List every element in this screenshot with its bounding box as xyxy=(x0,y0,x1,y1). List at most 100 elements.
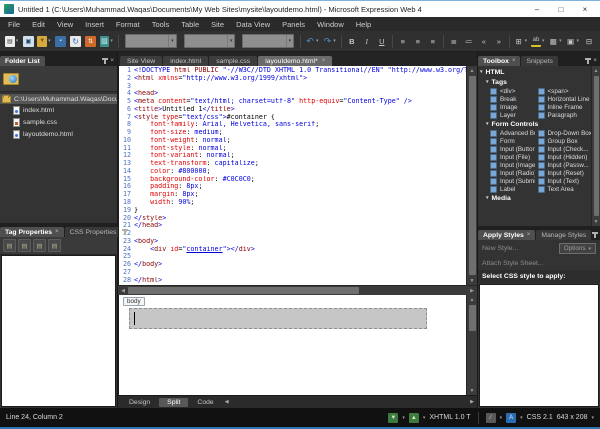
menu-file[interactable]: File xyxy=(2,19,26,30)
toolbox-item-drop-down-box[interactable]: Drop-Down Box xyxy=(535,129,592,137)
menu-site[interactable]: Site xyxy=(205,19,230,30)
sort-alphabetical-icon[interactable]: ▤ xyxy=(18,239,31,252)
picture-button[interactable]: ▨▾ xyxy=(99,34,115,49)
code-line[interactable]: 17 margin: 8px; xyxy=(119,191,466,199)
align-center-button[interactable]: ≡ xyxy=(411,34,425,49)
options-button[interactable]: Options ▾ xyxy=(559,243,596,254)
chevron-down-icon[interactable]: ▾ xyxy=(558,38,563,44)
toolbox-item-image[interactable]: Image xyxy=(478,103,535,111)
editor-tab-layoutdemo-html-[interactable]: layoutdemo.html*× xyxy=(258,56,332,66)
styles-tab-apply-styles[interactable]: Apply Styles× xyxy=(478,230,535,240)
scroll-down-icon[interactable]: ▼ xyxy=(467,386,477,395)
size-combo[interactable]: ▾ xyxy=(242,34,294,48)
scroll-up-icon[interactable]: ▲ xyxy=(467,295,477,304)
toolbox-item-input-passw-[interactable]: Input (Passw... xyxy=(535,161,592,169)
toolbox-item-input-hidden-[interactable]: Input (Hidden) xyxy=(535,153,592,161)
chevron-down-icon[interactable]: ▾ xyxy=(423,415,426,421)
publish-file-icon[interactable]: ▼ xyxy=(388,413,398,423)
site-folder-icon[interactable] xyxy=(3,73,19,85)
close-button[interactable]: × xyxy=(574,3,596,15)
chevron-down-icon[interactable]: ▾ xyxy=(402,415,405,421)
scroll-track[interactable] xyxy=(128,286,467,295)
code-line[interactable]: 25 xyxy=(119,253,466,261)
code-line[interactable]: 2<html xmlns="http://www.w3.org/1999/xht… xyxy=(119,75,466,83)
table-button[interactable]: ⊞▾ xyxy=(513,34,529,49)
code-line[interactable]: 18 width: 90%; xyxy=(119,199,466,207)
save-button[interactable]: ▪ xyxy=(54,34,68,49)
chevron-down-icon[interactable]: ▾ xyxy=(109,38,114,44)
tree-root-item[interactable]: C:\Users\Muhammad.Waqas\Documents\M xyxy=(0,94,117,104)
chevron-down-icon[interactable]: ▾ xyxy=(575,38,580,44)
code-line[interactable]: 20</style> xyxy=(119,215,466,223)
pin-icon[interactable] xyxy=(124,229,126,235)
code-line[interactable]: 8 font-family: Arial, Helvetica, sans-se… xyxy=(119,121,466,129)
tree-file-layoutdemo-html[interactable]: layoutdemo.html xyxy=(0,128,117,140)
chevron-down-icon[interactable]: ▾ xyxy=(47,38,52,44)
highlight-button[interactable]: ab▾ xyxy=(530,34,546,49)
code-line[interactable]: 26</body> xyxy=(119,261,466,269)
code-line[interactable]: 9 font-size: medium; xyxy=(119,129,466,137)
tagprop-tab-css-properties[interactable]: CSS Properties xyxy=(65,227,122,237)
menu-insert[interactable]: Insert xyxy=(79,19,110,30)
toolbox-item-input-text-[interactable]: Input (Text) xyxy=(535,177,592,185)
body-tag-label[interactable]: body xyxy=(123,297,145,306)
scroll-thumb[interactable] xyxy=(469,305,476,331)
container-div[interactable] xyxy=(129,308,427,329)
code-line[interactable]: 28</html> xyxy=(119,277,466,285)
css-schema-icon[interactable]: A xyxy=(506,413,516,423)
code-line[interactable]: 23<body> xyxy=(119,238,466,246)
show-set-properties-icon[interactable]: ▤ xyxy=(33,239,46,252)
toolbox-item-group-box[interactable]: Group Box xyxy=(535,137,592,145)
maximize-button[interactable]: □ xyxy=(550,3,572,15)
menu-table[interactable]: Table xyxy=(175,19,205,30)
decrease-indent-button[interactable]: « xyxy=(477,34,491,49)
preview-button[interactable]: ↻ xyxy=(69,34,83,49)
new-style-button[interactable]: New Style... xyxy=(482,245,518,252)
editor-tab-sample-css[interactable]: sample.css xyxy=(209,56,257,66)
open-folder-button[interactable]: ▼▾ xyxy=(36,34,52,49)
attach-stylesheet-button[interactable]: Attach Style Sheet... xyxy=(482,260,544,267)
font-combo[interactable]: ▾ xyxy=(184,34,236,48)
publish-button[interactable]: ⇅ xyxy=(84,34,98,49)
code-line[interactable]: 19} xyxy=(119,207,466,215)
close-icon[interactable]: × xyxy=(55,229,59,235)
code-line[interactable]: 10 font-weight: normal; xyxy=(119,137,466,145)
styles-tab-manage-styles[interactable]: Manage Styles xyxy=(536,230,591,240)
toolbox-section-tags[interactable]: ▾Tags xyxy=(478,77,591,87)
show-categorized-icon[interactable]: ▤ xyxy=(3,239,16,252)
menu-panels[interactable]: Panels xyxy=(276,19,311,30)
toolbox-item-horizontal-line[interactable]: Horizontal Line xyxy=(535,95,592,103)
page-size[interactable]: 643 x 208 xyxy=(557,414,588,421)
scroll-up-icon[interactable]: ▲ xyxy=(592,66,600,75)
scroll-thumb[interactable] xyxy=(128,287,359,294)
code-line[interactable]: 22 xyxy=(119,230,466,238)
style-application-icon[interactable]: ∕ xyxy=(486,413,496,423)
scroll-down-icon[interactable]: ▼ xyxy=(592,217,600,226)
scroll-up-icon[interactable]: ▲ xyxy=(467,66,477,75)
view-tab-split[interactable]: Split xyxy=(159,398,188,407)
toolbox-item-form[interactable]: Form xyxy=(478,137,535,145)
toolbox-tab-toolbox[interactable]: Toolbox× xyxy=(478,56,520,66)
tree-file-sample-css[interactable]: sample.css xyxy=(0,116,117,128)
pin-icon[interactable] xyxy=(587,58,589,64)
code-line[interactable]: 27 xyxy=(119,269,466,277)
code-line[interactable]: 15 background-color: #C0C0C0; xyxy=(119,176,466,184)
undo-button[interactable]: ↶▾ xyxy=(304,34,320,49)
scroll-right-icon[interactable]: ▶ xyxy=(467,396,477,408)
code-line[interactable]: 1<!DOCTYPE html PUBLIC "-//W3C//DTD XHTM… xyxy=(119,67,466,75)
italic-button[interactable]: I xyxy=(360,34,374,49)
toolbox-section-media[interactable]: ▾Media xyxy=(478,193,591,203)
minimize-button[interactable]: – xyxy=(526,3,548,15)
chevron-down-icon[interactable]: ▾ xyxy=(332,38,337,44)
code-lines[interactable]: 1<!DOCTYPE html PUBLIC "-//W3C//DTD XHTM… xyxy=(119,66,466,285)
toolbox-item-inline-frame[interactable]: Inline Frame xyxy=(535,103,592,111)
chevron-down-icon[interactable]: ▾ xyxy=(591,415,594,421)
toolbox-item-input-button-[interactable]: Input (Button) xyxy=(478,145,535,153)
code-line[interactable]: 6<title>Untitled 1</title> xyxy=(119,106,466,114)
toolbox-tab-snippets[interactable]: Snippets xyxy=(521,56,557,66)
close-icon[interactable]: × xyxy=(527,232,531,238)
get-file-icon[interactable]: ▲ xyxy=(409,413,419,423)
scroll-down-icon[interactable]: ▼ xyxy=(467,276,477,285)
snap-to-grid-button[interactable]: ⊟ xyxy=(582,34,596,49)
scroll-thumb[interactable] xyxy=(469,76,476,275)
